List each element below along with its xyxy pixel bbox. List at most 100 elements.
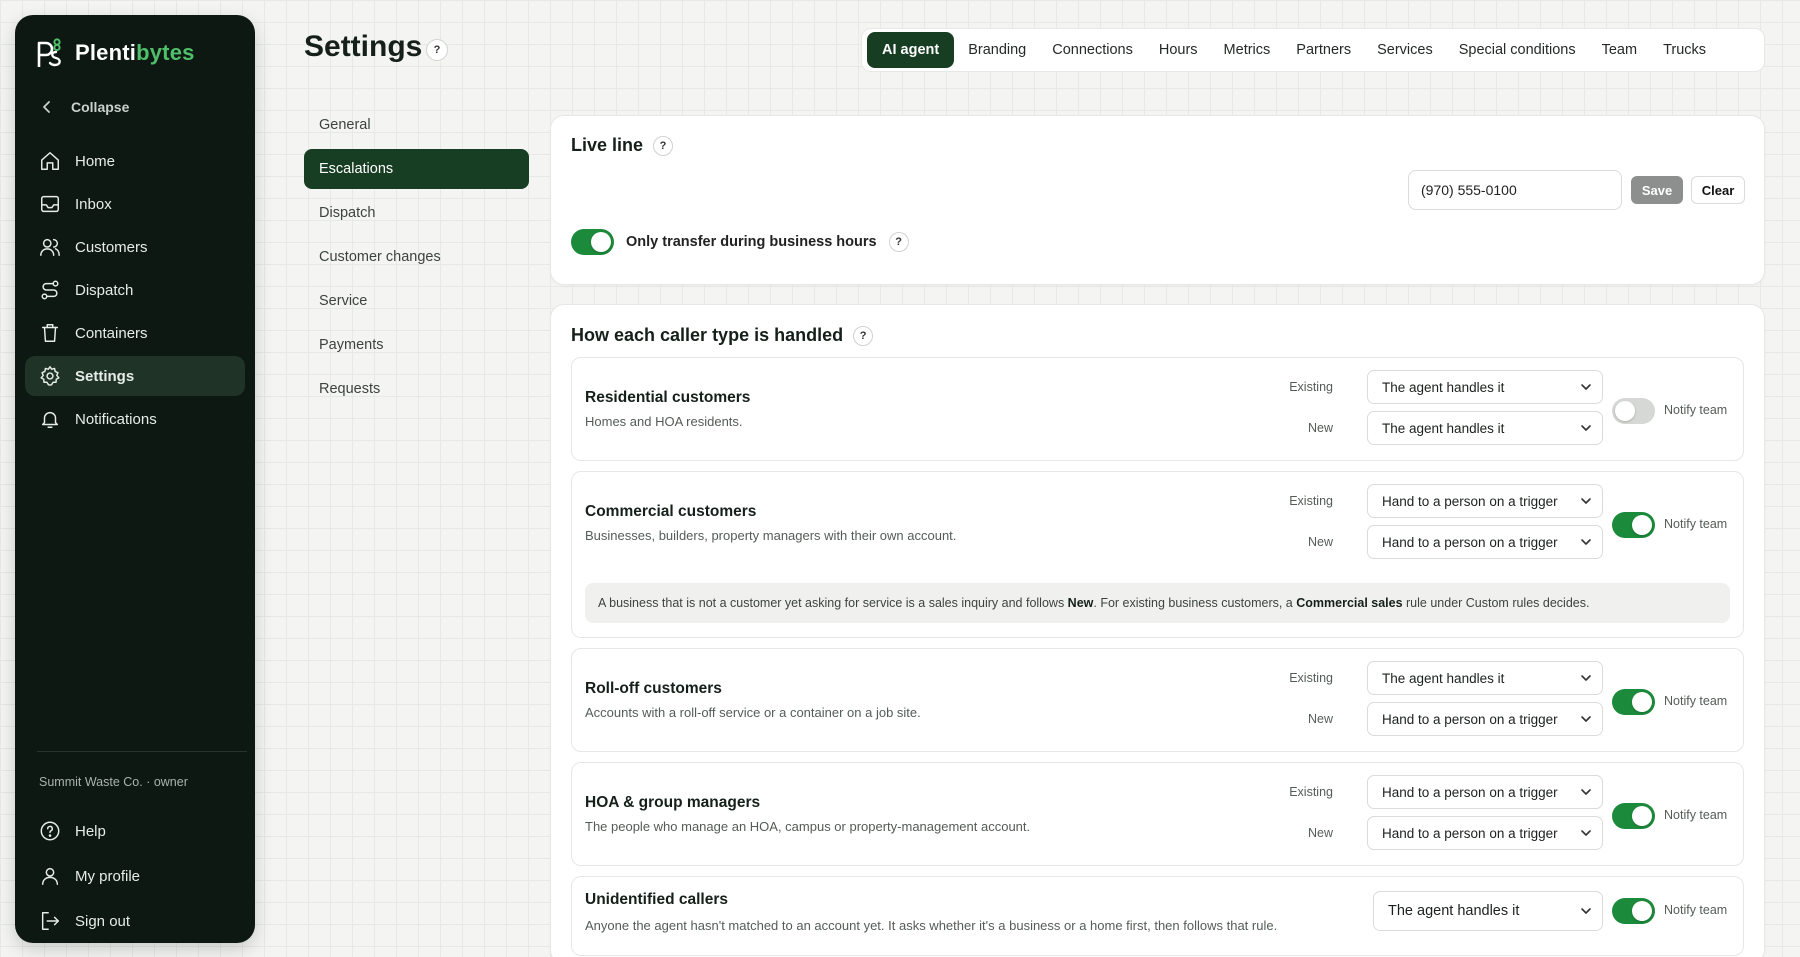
note-text: A business that is not a customer yet as… <box>598 596 1068 610</box>
toggle-knob <box>1615 401 1635 421</box>
chevron-down-icon <box>1581 539 1591 545</box>
toggle-knob <box>1632 901 1652 921</box>
subnav-payments[interactable]: Payments <box>304 325 529 365</box>
sidebar-item-containers[interactable]: Containers <box>25 313 245 353</box>
toggle-knob <box>1632 692 1652 712</box>
existing-handling-select[interactable]: The agent handles it <box>1367 370 1603 404</box>
subnav-dispatch[interactable]: Dispatch <box>304 193 529 233</box>
chevron-down-icon <box>1581 716 1591 722</box>
sidebar-item-help[interactable]: Help <box>25 810 245 852</box>
sidebar-item-home[interactable]: Home <box>25 141 245 181</box>
subnav-service[interactable]: Service <box>304 281 529 321</box>
settings-subnav: General Escalations Dispatch Customer ch… <box>304 105 529 413</box>
caller-types-title: How each caller type is handled <box>571 325 844 345</box>
selected-value: The agent handles it <box>1382 420 1505 436</box>
bell-icon <box>41 411 59 428</box>
help-icon[interactable]: ? <box>426 39 448 61</box>
caller-type-name: Residential customers <box>585 389 751 406</box>
notify-team-toggle[interactable] <box>1612 898 1655 924</box>
help-circle-icon <box>40 821 60 841</box>
help-icon[interactable]: ? <box>853 325 874 346</box>
tab-team[interactable]: Team <box>1590 32 1649 68</box>
subnav-general[interactable]: General <box>304 105 529 145</box>
settings-tabs: AI agent Branding Connections Hours Metr… <box>861 28 1765 72</box>
logout-icon <box>41 912 59 930</box>
tab-metrics[interactable]: Metrics <box>1212 32 1283 68</box>
save-button[interactable]: Save <box>1631 176 1683 204</box>
brand[interactable]: Plentibytes <box>35 37 195 69</box>
home-icon <box>41 152 59 170</box>
page-title: Settings <box>304 30 423 63</box>
business-hours-toggle[interactable] <box>571 229 614 255</box>
caller-type-commercial: Commercial customers Businesses, builder… <box>571 471 1744 638</box>
sidebar-item-my-profile[interactable]: My profile <box>25 855 245 897</box>
notify-team-toggle[interactable] <box>1612 398 1655 424</box>
brand-name-part-2: bytes <box>136 40 195 65</box>
sidebar-item-notifications[interactable]: Notifications <box>25 399 245 439</box>
tab-partners[interactable]: Partners <box>1284 32 1363 68</box>
caller-type-roll-off: Roll-off customers Accounts with a roll-… <box>571 648 1744 752</box>
tab-branding[interactable]: Branding <box>956 32 1038 68</box>
subnav-escalations[interactable]: Escalations <box>304 149 529 189</box>
notify-team-label: Notify team <box>1664 403 1728 417</box>
existing-handling-select[interactable]: Hand to a person on a trigger <box>1367 484 1603 518</box>
notify-team-label: Notify team <box>1664 517 1728 531</box>
new-handling-select[interactable]: The agent handles it <box>1367 411 1603 445</box>
collapse-button[interactable]: Collapse <box>41 99 129 115</box>
notify-team-toggle[interactable] <box>1612 689 1655 715</box>
tab-hours[interactable]: Hours <box>1147 32 1210 68</box>
help-icon[interactable]: ? <box>888 232 909 252</box>
live-line-phone-input[interactable] <box>1408 170 1622 210</box>
existing-handling-select[interactable]: Hand to a person on a trigger <box>1367 775 1603 809</box>
new-handling-select[interactable]: Hand to a person on a trigger <box>1367 525 1603 559</box>
route-icon <box>41 280 59 300</box>
business-hours-label: Only transfer during business hours <box>626 234 877 250</box>
new-handling-select[interactable]: Hand to a person on a trigger <box>1367 816 1603 850</box>
clear-button[interactable]: Clear <box>1691 176 1745 204</box>
sidebar-item-label: Notifications <box>75 410 157 428</box>
sidebar-divider <box>37 751 247 752</box>
gear-icon <box>40 366 60 386</box>
sidebar-item-settings[interactable]: Settings <box>25 356 245 396</box>
selected-value: The agent handles it <box>1388 903 1520 919</box>
subnav-customer-changes[interactable]: Customer changes <box>304 237 529 277</box>
sidebar-nav: Home Inbox Customers Dispatch Containers… <box>25 141 245 442</box>
notify-team-label: Notify team <box>1664 694 1728 708</box>
new-label: New <box>1307 535 1333 549</box>
existing-label: Existing <box>1289 380 1333 394</box>
tab-trucks[interactable]: Trucks <box>1651 32 1718 68</box>
sidebar-item-dispatch[interactable]: Dispatch <box>25 270 245 310</box>
sidebar-item-label: Sign out <box>75 912 131 930</box>
toggle-knob <box>591 232 611 252</box>
inbox-icon <box>41 195 59 213</box>
toggle-knob <box>1632 806 1652 826</box>
caller-type-name: Roll-off customers <box>585 680 722 697</box>
trash-icon <box>41 324 59 342</box>
brand-name: Plentibytes <box>75 40 195 66</box>
caller-type-description: The people who manage an HOA, campus or … <box>585 819 1031 834</box>
sidebar-item-sign-out[interactable]: Sign out <box>25 900 245 942</box>
existing-handling-select[interactable]: The agent handles it <box>1367 661 1603 695</box>
sidebar-item-label: Settings <box>75 367 135 385</box>
user-icon <box>41 867 59 885</box>
chevron-left-icon <box>43 101 50 113</box>
users-icon <box>40 238 60 256</box>
sidebar-item-customers[interactable]: Customers <box>25 227 245 267</box>
new-handling-select[interactable]: Hand to a person on a trigger <box>1367 702 1603 736</box>
tab-ai-agent[interactable]: AI agent <box>867 32 955 68</box>
subnav-requests[interactable]: Requests <box>304 369 529 409</box>
sidebar-bottom-nav: Help My profile Sign out <box>25 810 245 945</box>
handling-select[interactable]: The agent handles it <box>1373 891 1603 931</box>
selected-value: The agent handles it <box>1382 670 1505 686</box>
tab-special-conditions[interactable]: Special conditions <box>1447 32 1588 68</box>
caller-type-name: Commercial customers <box>585 503 757 520</box>
caller-types-card: How each caller type is handled ? Reside… <box>550 304 1765 957</box>
tab-connections[interactable]: Connections <box>1040 32 1145 68</box>
notify-team-toggle[interactable] <box>1612 512 1655 538</box>
tab-services[interactable]: Services <box>1365 32 1445 68</box>
sidebar-item-inbox[interactable]: Inbox <box>25 184 245 224</box>
chevron-down-icon <box>1581 908 1591 914</box>
help-icon[interactable]: ? <box>653 135 674 156</box>
collapse-label: Collapse <box>71 99 130 115</box>
notify-team-toggle[interactable] <box>1612 803 1655 829</box>
